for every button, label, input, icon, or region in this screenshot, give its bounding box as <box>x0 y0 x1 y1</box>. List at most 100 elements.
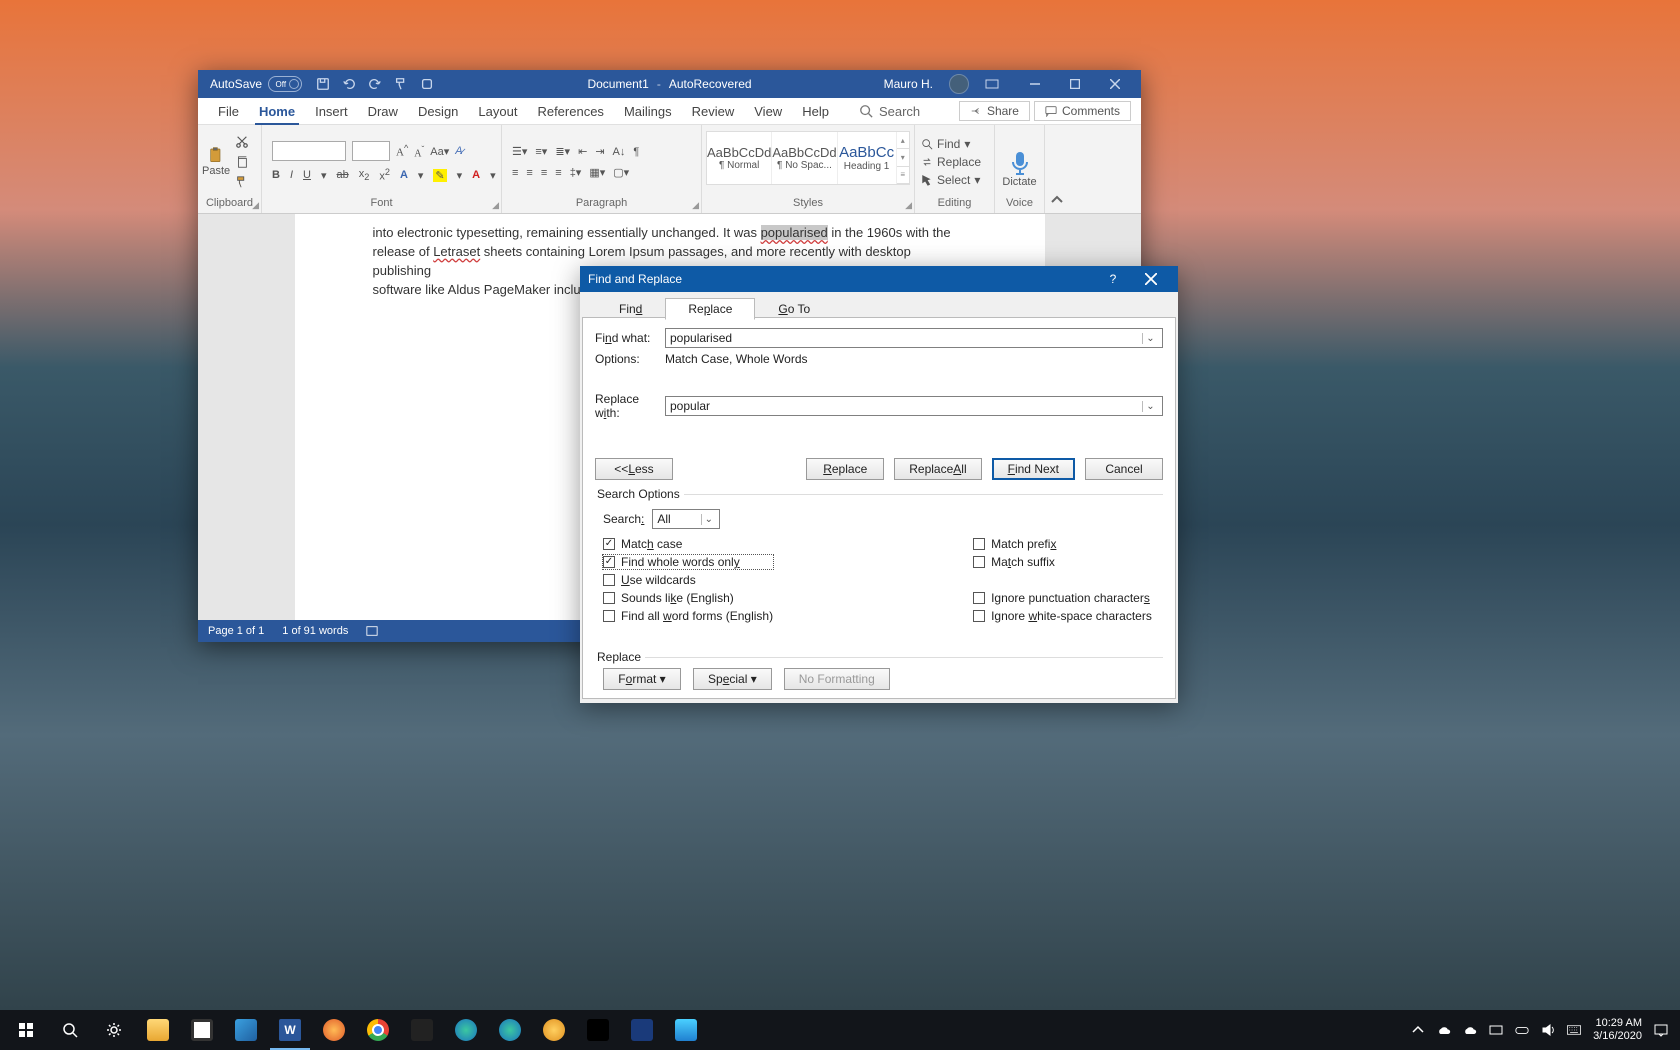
taskbar-store[interactable] <box>180 1010 224 1050</box>
font-name-combo[interactable] <box>272 141 346 161</box>
minimize-button[interactable] <box>1015 70 1055 98</box>
special-button[interactable]: Special ▾ <box>693 668 772 690</box>
menu-references[interactable]: References <box>527 98 613 124</box>
font-dialog-launcher[interactable]: ◢ <box>492 200 499 211</box>
font-size-combo[interactable] <box>352 141 390 161</box>
tray-vm-icon[interactable] <box>1489 1023 1503 1037</box>
paragraph-dialog-launcher[interactable]: ◢ <box>692 200 699 211</box>
dropdown-icon[interactable]: ⌄ <box>701 514 715 525</box>
find-next-button[interactable]: Find Next <box>992 458 1075 480</box>
check-ignore-ws[interactable]: Ignore white-space characters <box>973 609 1152 623</box>
strike-button[interactable]: ab <box>337 169 349 181</box>
font-color-icon[interactable]: A <box>472 169 480 181</box>
touch-mode-icon[interactable] <box>420 77 434 91</box>
styles-dialog-launcher[interactable]: ◢ <box>905 200 912 211</box>
dialog-close-button[interactable] <box>1132 266 1170 292</box>
find-replace-titlebar[interactable]: Find and Replace ? <box>580 266 1178 292</box>
check-whole-words[interactable]: Find whole words only <box>603 555 773 569</box>
avatar[interactable] <box>949 74 969 94</box>
subscript-button[interactable]: x2 <box>359 168 370 182</box>
find-what-input[interactable]: popularised⌄ <box>665 328 1163 348</box>
change-case-icon[interactable]: Aa▾ <box>430 145 449 158</box>
tray-chevron-up-icon[interactable] <box>1411 1023 1425 1037</box>
autosave-toggle[interactable]: Off <box>268 76 302 92</box>
status-words[interactable]: 1 of 91 words <box>282 625 348 637</box>
status-page[interactable]: Page 1 of 1 <box>208 625 264 637</box>
format-button[interactable]: Format ▾ <box>603 668 681 690</box>
tab-replace[interactable]: Replace <box>665 298 755 320</box>
align-left-icon[interactable]: ≡ <box>512 167 518 179</box>
taskbar-edge-beta[interactable] <box>488 1010 532 1050</box>
search-direction-select[interactable]: All⌄ <box>652 509 720 529</box>
highlighted-word-popularised[interactable]: popularised <box>761 225 828 240</box>
replace-button[interactable]: Replace <box>921 155 981 169</box>
align-center-icon[interactable]: ≡ <box>526 167 532 179</box>
undo-icon[interactable] <box>342 77 356 91</box>
menu-layout[interactable]: Layout <box>468 98 527 124</box>
save-icon[interactable] <box>316 77 330 91</box>
taskbar-explorer[interactable] <box>136 1010 180 1050</box>
numbering-icon[interactable]: ≡▾ <box>535 145 547 158</box>
italic-button[interactable]: I <box>290 169 293 181</box>
taskbar-search[interactable] <box>48 1010 92 1050</box>
menu-insert[interactable]: Insert <box>305 98 358 124</box>
increase-indent-icon[interactable]: ⇥ <box>595 145 604 158</box>
taskbar-word[interactable]: W <box>268 1010 312 1050</box>
show-marks-icon[interactable]: ¶ <box>633 146 639 158</box>
collapse-ribbon-button[interactable] <box>1045 125 1069 213</box>
word-titlebar[interactable]: AutoSave Off Document1 - AutoRecovered M… <box>198 70 1141 98</box>
ribbon-display-icon[interactable] <box>985 77 999 91</box>
bullets-icon[interactable]: ☰▾ <box>512 145 527 158</box>
check-sounds-like[interactable]: Sounds like (English) <box>603 591 773 605</box>
dictate-icon[interactable] <box>1009 150 1031 176</box>
style-normal[interactable]: AaBbCcDd¶ Normal <box>707 132 772 184</box>
redo-icon[interactable] <box>368 77 382 91</box>
tab-find[interactable]: Find <box>596 298 665 320</box>
format-painter-icon[interactable] <box>235 175 249 189</box>
taskbar-terminal[interactable] <box>400 1010 444 1050</box>
tray-volume-icon[interactable] <box>1541 1023 1555 1037</box>
check-wildcards[interactable]: Use wildcards <box>603 573 773 587</box>
select-button[interactable]: Select ▾ <box>921 173 981 187</box>
menu-view[interactable]: View <box>744 98 792 124</box>
line-spacing-icon[interactable]: ‡▾ <box>570 166 582 179</box>
share-button[interactable]: Share <box>959 101 1030 121</box>
shrink-font-icon[interactable]: Aˇ <box>414 144 424 159</box>
replace-all-button[interactable]: Replace All <box>894 458 981 480</box>
taskbar-photos[interactable] <box>224 1010 268 1050</box>
taskbar-chrome[interactable] <box>356 1010 400 1050</box>
superscript-button[interactable]: x2 <box>379 167 390 183</box>
menu-design[interactable]: Design <box>408 98 468 124</box>
do-replace-button[interactable]: Replace <box>806 458 884 480</box>
check-word-forms[interactable]: Find all word forms (English) <box>603 609 773 623</box>
taskbar-app[interactable] <box>664 1010 708 1050</box>
taskbar-powershell[interactable] <box>620 1010 664 1050</box>
text-effects-icon[interactable]: A <box>400 169 408 181</box>
style-no-spacing[interactable]: AaBbCcDd¶ No Spac... <box>772 132 837 184</box>
cut-icon[interactable] <box>235 135 249 149</box>
tray-controller-icon[interactable] <box>1515 1023 1529 1037</box>
copy-icon[interactable] <box>235 155 249 169</box>
taskbar-edge-canary[interactable] <box>532 1010 576 1050</box>
check-match-suffix[interactable]: Match suffix <box>973 555 1152 569</box>
tray-onedrive-icon[interactable] <box>1437 1023 1451 1037</box>
close-button[interactable] <box>1095 70 1135 98</box>
comments-button[interactable]: Comments <box>1034 101 1131 121</box>
justify-icon[interactable]: ≡ <box>555 167 561 179</box>
clear-formatting-icon[interactable]: A̷ <box>455 145 462 157</box>
find-button[interactable]: Find ▾ <box>921 137 981 151</box>
styles-gallery[interactable]: AaBbCcDd¶ Normal AaBbCcDd¶ No Spac... Aa… <box>706 131 910 185</box>
menu-draw[interactable]: Draw <box>358 98 408 124</box>
menu-review[interactable]: Review <box>682 98 745 124</box>
align-right-icon[interactable]: ≡ <box>541 167 547 179</box>
less-button[interactable]: << Less <box>595 458 673 480</box>
taskbar-edge[interactable] <box>444 1010 488 1050</box>
menu-help[interactable]: Help <box>792 98 839 124</box>
styles-scroll[interactable]: ▴▾≡ <box>897 132 909 184</box>
paste-button[interactable]: Paste <box>202 147 230 177</box>
underline-button[interactable]: U <box>303 169 311 181</box>
menu-mailings[interactable]: Mailings <box>614 98 682 124</box>
style-heading1[interactable]: AaBbCcHeading 1 <box>838 132 897 184</box>
taskbar-clock[interactable]: 10:29 AM 3/16/2020 <box>1593 1017 1642 1042</box>
taskbar-cmd[interactable] <box>576 1010 620 1050</box>
